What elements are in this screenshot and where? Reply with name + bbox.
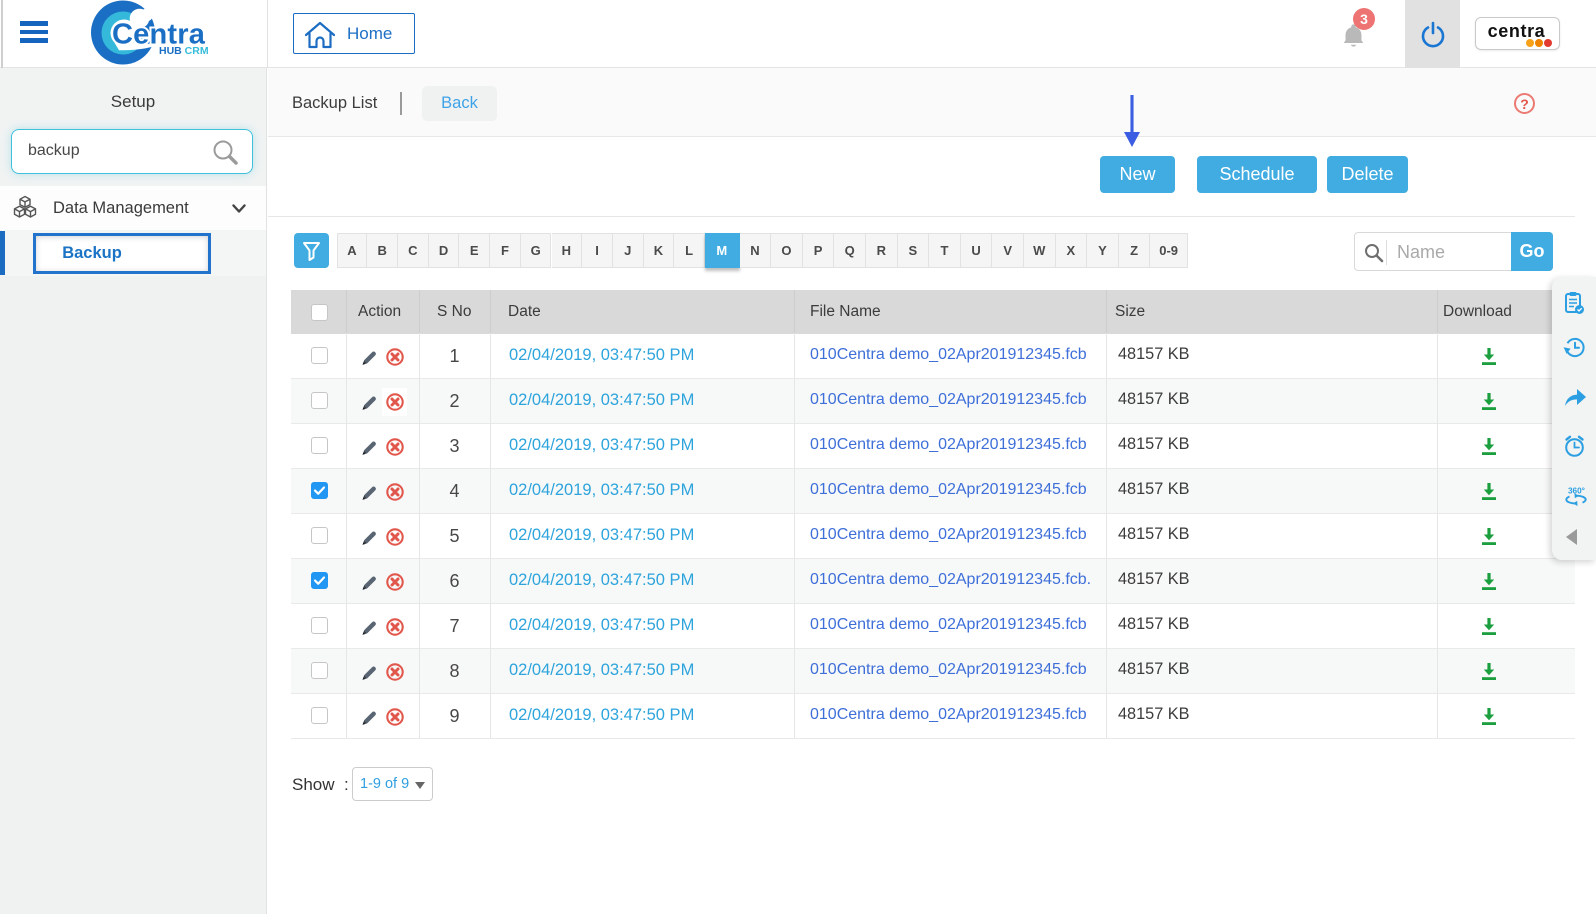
svg-text:360°: 360°: [1568, 487, 1585, 496]
svg-text:HUB CRM: HUB CRM: [159, 45, 209, 57]
